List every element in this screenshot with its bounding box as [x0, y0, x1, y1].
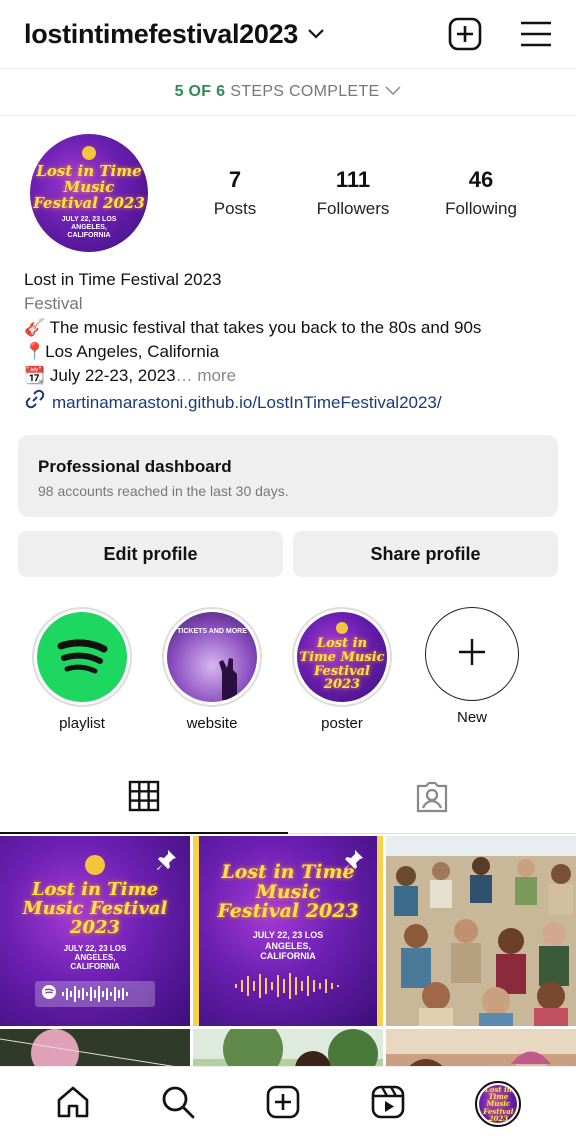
reels-icon[interactable]: [370, 1084, 406, 1125]
profile-bio: Lost in Time Festival 2023 Festival 🎸 Th…: [0, 268, 576, 417]
story-highlights: playlist TICKETS AND MORE website Lost i…: [0, 577, 576, 732]
display-name: Lost in Time Festival 2023: [24, 270, 222, 289]
share-profile-button[interactable]: Share profile: [293, 531, 558, 577]
bio-more-link[interactable]: … more: [176, 366, 236, 385]
profile-category: Festival: [24, 294, 83, 313]
spotify-code: [35, 981, 155, 1008]
followers-stat[interactable]: 111 Followers: [288, 167, 418, 219]
chevron-down-icon: [379, 83, 401, 101]
spotify-icon: [41, 984, 57, 1005]
app-header: lostintimefestival2023: [0, 0, 576, 68]
profile-link-text: martinamarastoni.github.io/LostInTimeFes…: [52, 392, 442, 412]
tagged-icon: [415, 780, 449, 819]
followers-label: Followers: [316, 199, 390, 218]
steps-label: STEPS COMPLETE: [230, 83, 380, 100]
highlight-new[interactable]: New: [408, 607, 536, 732]
create-post-icon[interactable]: [448, 17, 482, 51]
profile-nav-avatar[interactable]: Lost in Time Music Festival 2023: [475, 1081, 522, 1127]
post-subtitle: JULY 22, 23 LOS ANGELES, CALIFORNIA: [252, 930, 324, 962]
following-stat[interactable]: 46 Following: [416, 167, 546, 219]
spotify-icon: [47, 620, 117, 695]
account-username[interactable]: lostintimefestival2023: [24, 19, 298, 50]
grid-icon: [128, 780, 160, 817]
posts-count: 7: [228, 167, 242, 192]
create-icon[interactable]: [265, 1084, 301, 1125]
professional-dashboard[interactable]: Professional dashboard 98 accounts reach…: [18, 435, 558, 517]
onboarding-steps-banner[interactable]: 5 OF 6 STEPS COMPLETE: [0, 68, 576, 116]
home-icon[interactable]: [55, 1084, 91, 1125]
followers-count: 111: [335, 167, 371, 192]
highlight-label: playlist: [59, 715, 105, 732]
chevron-down-icon[interactable]: [308, 25, 326, 43]
menu-icon[interactable]: [520, 21, 552, 47]
bio-line-1: 🎸 The music festival that takes you back…: [24, 318, 482, 337]
tab-posts-grid[interactable]: [0, 764, 288, 834]
crowd-hand-image: [219, 658, 237, 700]
steps-count: 5 OF 6: [174, 83, 226, 100]
highlight-label: New: [456, 709, 487, 726]
highlight-poster[interactable]: Lost in Time Music Festival 2023 poster: [278, 607, 406, 732]
tab-tagged[interactable]: [288, 764, 576, 834]
dashboard-subtitle: 98 accounts reached in the last 30 days.: [38, 483, 289, 499]
post-subtitle: JULY 22, 23 LOS ANGELES, CALIFORNIA: [63, 943, 127, 971]
pin-icon: [341, 848, 365, 877]
highlight-website[interactable]: TICKETS AND MORE website: [148, 607, 276, 732]
post-thumbnail[interactable]: Lost in Time Music Festival 2023 JULY 22…: [193, 836, 383, 1026]
posts-grid: Lost in Time Music Festival 2023 JULY 22…: [0, 836, 576, 1099]
following-count: 46: [468, 167, 494, 192]
dashboard-title: Professional dashboard: [38, 457, 232, 476]
avatar-subtitle: JULY 22, 23 LOS ANGELES, CALIFORNIA: [61, 215, 117, 239]
profile-avatar[interactable]: Lost in Time Music Festival 2023 JULY 22…: [30, 134, 148, 252]
plus-icon: [457, 637, 487, 672]
profile-website-link[interactable]: martinamarastoni.github.io/LostInTimeFes…: [24, 388, 552, 417]
post-title: Lost in Time Music Festival 2023: [22, 878, 168, 938]
highlight-poster-title: Lost in Time Music Festival 2023: [299, 636, 385, 693]
profile-tabs: [0, 764, 576, 834]
bottom-navigation: Lost in Time Music Festival 2023: [0, 1066, 576, 1141]
posts-label: Posts: [213, 199, 257, 218]
posts-stat[interactable]: 7 Posts: [180, 167, 290, 219]
search-icon[interactable]: [160, 1084, 196, 1125]
highlight-label: poster: [321, 715, 363, 732]
post-thumbnail[interactable]: [386, 836, 576, 1026]
link-icon: [24, 388, 46, 417]
following-label: Following: [445, 199, 517, 218]
bio-line-2: 📍Los Angeles, California: [24, 342, 220, 361]
nav-avatar-title: Lost in Time Music Festival 2023: [483, 1085, 514, 1123]
festival-crowd-photo: [386, 836, 576, 1026]
avatar-title: Lost in Time Music Festival 2023: [33, 162, 145, 212]
post-thumbnail[interactable]: Lost in Time Music Festival 2023 JULY 22…: [0, 836, 190, 1026]
highlight-playlist[interactable]: playlist: [18, 607, 146, 732]
bio-line-3: 📆 July 22-23, 2023: [24, 366, 176, 385]
highlight-label: website: [186, 715, 238, 732]
edit-profile-button[interactable]: Edit profile: [18, 531, 283, 577]
pin-icon: [154, 848, 178, 877]
audio-waveform: [235, 973, 339, 1000]
